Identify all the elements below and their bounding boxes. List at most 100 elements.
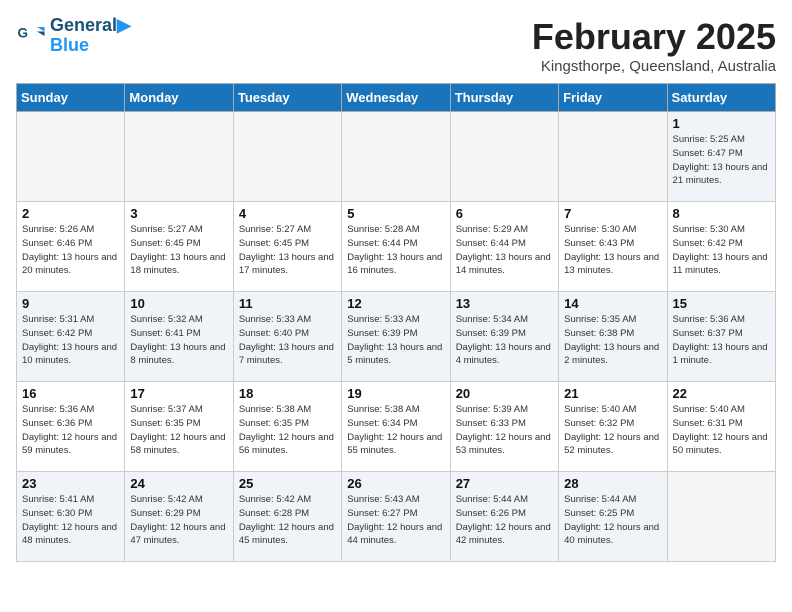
- calendar-cell: [17, 112, 125, 202]
- day-number: 11: [239, 296, 336, 311]
- day-info: Sunrise: 5:25 AM Sunset: 6:47 PM Dayligh…: [673, 133, 770, 188]
- calendar-cell: 17 Sunrise: 5:37 AM Sunset: 6:35 PM Dayli…: [125, 382, 233, 472]
- calendar-cell: 3 Sunrise: 5:27 AM Sunset: 6:45 PM Daylig…: [125, 202, 233, 292]
- day-info: Sunrise: 5:27 AM Sunset: 6:45 PM Dayligh…: [239, 223, 336, 278]
- logo-icon: G: [16, 21, 46, 51]
- day-number: 17: [130, 386, 227, 401]
- calendar-cell: 27 Sunrise: 5:44 AM Sunset: 6:26 PM Dayli…: [450, 472, 558, 562]
- day-number: 18: [239, 386, 336, 401]
- day-info: Sunrise: 5:42 AM Sunset: 6:29 PM Dayligh…: [130, 493, 227, 548]
- calendar-cell: [233, 112, 341, 202]
- calendar-week-row: 9 Sunrise: 5:31 AM Sunset: 6:42 PM Daylig…: [17, 292, 776, 382]
- calendar-table: SundayMondayTuesdayWednesdayThursdayFrid…: [16, 83, 776, 562]
- calendar-cell: 18Sunrise: 5:38 AM Sunset: 6:35 PM Dayli…: [233, 382, 341, 472]
- header-day-sunday: Sunday: [17, 84, 125, 112]
- calendar-cell: 24 Sunrise: 5:42 AM Sunset: 6:29 PM Dayli…: [125, 472, 233, 562]
- month-title: February 2025: [532, 16, 776, 58]
- calendar-cell: 26 Sunrise: 5:43 AM Sunset: 6:27 PM Dayli…: [342, 472, 450, 562]
- calendar-cell: 21 Sunrise: 5:40 AM Sunset: 6:32 PM Dayli…: [559, 382, 667, 472]
- day-info: Sunrise: 5:33 AM Sunset: 6:40 PM Dayligh…: [239, 313, 336, 368]
- logo-text-line1: General▶: [50, 16, 131, 36]
- day-number: 6: [456, 206, 553, 221]
- calendar-cell: 23Sunrise: 5:41 AM Sunset: 6:30 PM Dayli…: [17, 472, 125, 562]
- header-day-wednesday: Wednesday: [342, 84, 450, 112]
- day-number: 19: [347, 386, 444, 401]
- day-number: 3: [130, 206, 227, 221]
- day-number: 15: [673, 296, 770, 311]
- day-info: Sunrise: 5:29 AM Sunset: 6:44 PM Dayligh…: [456, 223, 553, 278]
- page-header: G General▶ Blue February 2025 Kingsthorp…: [16, 16, 776, 75]
- calendar-cell: [125, 112, 233, 202]
- day-info: Sunrise: 5:38 AM Sunset: 6:34 PM Dayligh…: [347, 403, 444, 458]
- day-number: 22: [673, 386, 770, 401]
- calendar-cell: 22Sunrise: 5:40 AM Sunset: 6:31 PM Dayli…: [667, 382, 775, 472]
- day-info: Sunrise: 5:28 AM Sunset: 6:44 PM Dayligh…: [347, 223, 444, 278]
- calendar-header-row: SundayMondayTuesdayWednesdayThursdayFrid…: [17, 84, 776, 112]
- day-number: 26: [347, 476, 444, 491]
- day-number: 24: [130, 476, 227, 491]
- title-block: February 2025 Kingsthorpe, Queensland, A…: [532, 16, 776, 75]
- logo-text-line2: Blue: [50, 36, 131, 56]
- calendar-cell: 9 Sunrise: 5:31 AM Sunset: 6:42 PM Daylig…: [17, 292, 125, 382]
- day-number: 5: [347, 206, 444, 221]
- calendar-cell: [342, 112, 450, 202]
- day-info: Sunrise: 5:30 AM Sunset: 6:43 PM Dayligh…: [564, 223, 661, 278]
- calendar-cell: 25 Sunrise: 5:42 AM Sunset: 6:28 PM Dayli…: [233, 472, 341, 562]
- day-number: 27: [456, 476, 553, 491]
- day-number: 2: [22, 206, 119, 221]
- day-info: Sunrise: 5:37 AM Sunset: 6:35 PM Dayligh…: [130, 403, 227, 458]
- calendar-week-row: 23Sunrise: 5:41 AM Sunset: 6:30 PM Dayli…: [17, 472, 776, 562]
- day-info: Sunrise: 5:36 AM Sunset: 6:37 PM Dayligh…: [673, 313, 770, 368]
- calendar-cell: 28 Sunrise: 5:44 AM Sunset: 6:25 PM Dayli…: [559, 472, 667, 562]
- day-number: 1: [673, 116, 770, 131]
- calendar-cell: 5 Sunrise: 5:28 AM Sunset: 6:44 PM Daylig…: [342, 202, 450, 292]
- day-info: Sunrise: 5:26 AM Sunset: 6:46 PM Dayligh…: [22, 223, 119, 278]
- calendar-cell: [667, 472, 775, 562]
- day-number: 8: [673, 206, 770, 221]
- header-day-thursday: Thursday: [450, 84, 558, 112]
- calendar-cell: 6 Sunrise: 5:29 AM Sunset: 6:44 PM Daylig…: [450, 202, 558, 292]
- calendar-cell: 1 Sunrise: 5:25 AM Sunset: 6:47 PM Daylig…: [667, 112, 775, 202]
- calendar-cell: 14Sunrise: 5:35 AM Sunset: 6:38 PM Dayli…: [559, 292, 667, 382]
- day-info: Sunrise: 5:42 AM Sunset: 6:28 PM Dayligh…: [239, 493, 336, 548]
- day-number: 21: [564, 386, 661, 401]
- day-number: 10: [130, 296, 227, 311]
- day-info: Sunrise: 5:36 AM Sunset: 6:36 PM Dayligh…: [22, 403, 119, 458]
- header-day-monday: Monday: [125, 84, 233, 112]
- day-info: Sunrise: 5:31 AM Sunset: 6:42 PM Dayligh…: [22, 313, 119, 368]
- day-number: 28: [564, 476, 661, 491]
- header-day-saturday: Saturday: [667, 84, 775, 112]
- calendar-cell: 2 Sunrise: 5:26 AM Sunset: 6:46 PM Daylig…: [17, 202, 125, 292]
- day-info: Sunrise: 5:32 AM Sunset: 6:41 PM Dayligh…: [130, 313, 227, 368]
- calendar-cell: [559, 112, 667, 202]
- day-info: Sunrise: 5:44 AM Sunset: 6:26 PM Dayligh…: [456, 493, 553, 548]
- header-day-friday: Friday: [559, 84, 667, 112]
- calendar-week-row: 2 Sunrise: 5:26 AM Sunset: 6:46 PM Daylig…: [17, 202, 776, 292]
- day-info: Sunrise: 5:39 AM Sunset: 6:33 PM Dayligh…: [456, 403, 553, 458]
- day-info: Sunrise: 5:40 AM Sunset: 6:32 PM Dayligh…: [564, 403, 661, 458]
- calendar-cell: [450, 112, 558, 202]
- day-number: 25: [239, 476, 336, 491]
- logo: G General▶ Blue: [16, 16, 131, 56]
- calendar-cell: 19 Sunrise: 5:38 AM Sunset: 6:34 PM Dayli…: [342, 382, 450, 472]
- location-subtitle: Kingsthorpe, Queensland, Australia: [532, 58, 776, 75]
- calendar-cell: 7Sunrise: 5:30 AM Sunset: 6:43 PM Daylig…: [559, 202, 667, 292]
- day-number: 13: [456, 296, 553, 311]
- day-info: Sunrise: 5:33 AM Sunset: 6:39 PM Dayligh…: [347, 313, 444, 368]
- calendar-cell: 10 Sunrise: 5:32 AM Sunset: 6:41 PM Dayli…: [125, 292, 233, 382]
- day-number: 12: [347, 296, 444, 311]
- day-number: 9: [22, 296, 119, 311]
- svg-text:G: G: [18, 25, 29, 40]
- day-number: 4: [239, 206, 336, 221]
- calendar-cell: 4 Sunrise: 5:27 AM Sunset: 6:45 PM Daylig…: [233, 202, 341, 292]
- day-info: Sunrise: 5:30 AM Sunset: 6:42 PM Dayligh…: [673, 223, 770, 278]
- calendar-cell: 8 Sunrise: 5:30 AM Sunset: 6:42 PM Daylig…: [667, 202, 775, 292]
- calendar-cell: 15 Sunrise: 5:36 AM Sunset: 6:37 PM Dayli…: [667, 292, 775, 382]
- day-info: Sunrise: 5:44 AM Sunset: 6:25 PM Dayligh…: [564, 493, 661, 548]
- calendar-week-row: 16 Sunrise: 5:36 AM Sunset: 6:36 PM Dayli…: [17, 382, 776, 472]
- calendar-week-row: 1 Sunrise: 5:25 AM Sunset: 6:47 PM Daylig…: [17, 112, 776, 202]
- day-info: Sunrise: 5:43 AM Sunset: 6:27 PM Dayligh…: [347, 493, 444, 548]
- day-info: Sunrise: 5:27 AM Sunset: 6:45 PM Dayligh…: [130, 223, 227, 278]
- calendar-cell: 20Sunrise: 5:39 AM Sunset: 6:33 PM Dayli…: [450, 382, 558, 472]
- day-number: 16: [22, 386, 119, 401]
